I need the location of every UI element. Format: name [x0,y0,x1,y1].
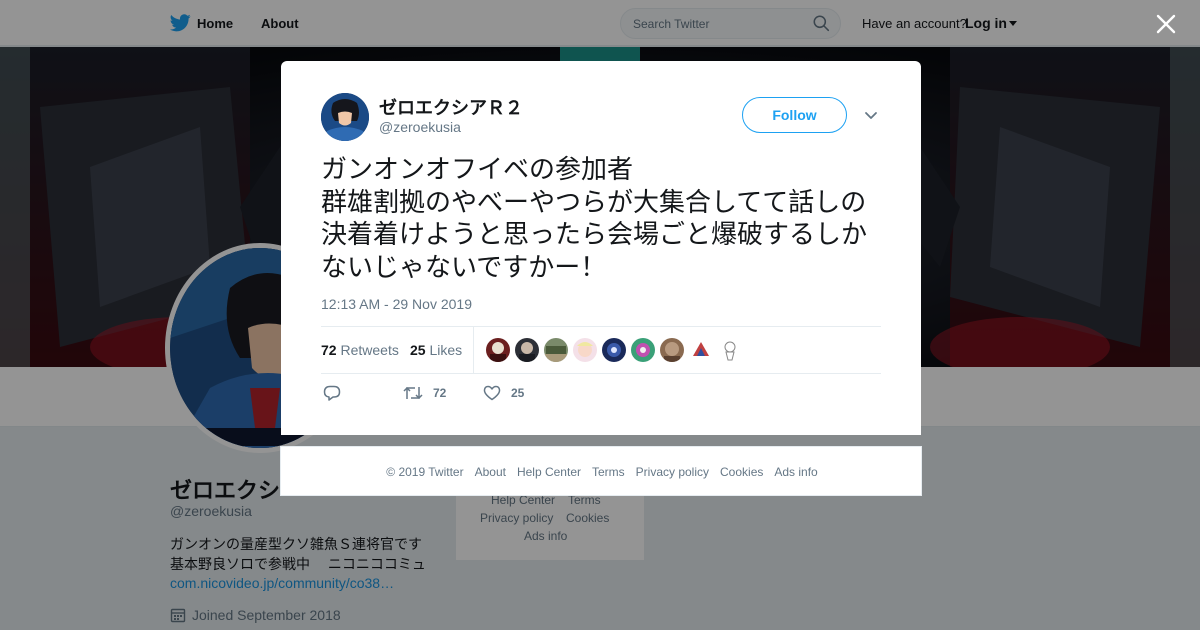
retweet-count: 72 [433,386,447,400]
tweet-text: ガンオンオフイベの参加者 群雄割拠のやべーやつらが大集合してて話しの決着着けよう… [321,154,868,282]
footer-cookies-link[interactable]: Cookies [720,465,763,479]
reply-button[interactable] [323,385,341,401]
stats-divider [473,327,474,374]
tweet-modal: ゼロエクシアＲ２ @zeroekusia Follow ガンオンオフイベの参加者… [281,61,921,435]
footer-ads-info-link[interactable]: Ads info [774,465,817,479]
liker-avatars [486,338,742,362]
tweet-actions: 72 25 [321,385,621,405]
retweet-icon [403,386,423,400]
liker-avatar[interactable] [515,338,539,362]
liker-avatar[interactable] [660,338,684,362]
modal-footer: © 2019 Twitter About Help Center Terms P… [280,446,922,496]
footer-help-center-link[interactable]: Help Center [517,465,581,479]
footer-copyright: © 2019 Twitter [386,465,464,479]
tweet-timestamp[interactable]: 12:13 AM - 29 Nov 2019 [321,296,472,312]
footer-terms-link[interactable]: Terms [592,465,625,479]
retweet-button[interactable]: 72 [403,385,446,401]
likes-stat[interactable]: 25 Likes [410,342,462,358]
reply-icon [323,385,341,401]
footer-links: © 2019 Twitter About Help Center Terms P… [281,465,923,479]
footer-about-link[interactable]: About [475,465,506,479]
retweets-label: Retweets [340,342,399,358]
tweet-author-handle[interactable]: @zeroekusia [379,119,461,135]
liker-avatar[interactable] [689,338,713,362]
heart-icon [483,385,501,401]
liker-avatar[interactable] [573,338,597,362]
liker-avatar[interactable] [486,338,510,362]
footer-privacy-link[interactable]: Privacy policy [636,465,709,479]
tweet-author-name[interactable]: ゼロエクシアＲ２ [379,94,523,120]
tweet-author-avatar-art [321,93,369,141]
close-modal-button[interactable] [1152,10,1180,38]
retweets-count: 72 [321,342,337,358]
modal-backdrop-top[interactable] [0,0,1200,46]
close-icon [1156,14,1176,34]
liker-avatar[interactable] [718,338,742,362]
liker-avatar[interactable] [602,338,626,362]
tweet-stats: 72 Retweets 25 Likes [321,326,881,374]
likes-label: Likes [429,342,463,358]
liker-avatar[interactable] [631,338,655,362]
retweets-stat[interactable]: 72 Retweets [321,342,399,358]
like-count: 25 [511,386,525,400]
tweet-author-avatar[interactable] [321,93,369,141]
follow-button[interactable]: Follow [742,97,847,133]
liker-avatar[interactable] [544,338,568,362]
like-button[interactable]: 25 [483,385,524,401]
likes-count: 25 [410,342,426,358]
chevron-down-icon[interactable] [863,107,879,123]
